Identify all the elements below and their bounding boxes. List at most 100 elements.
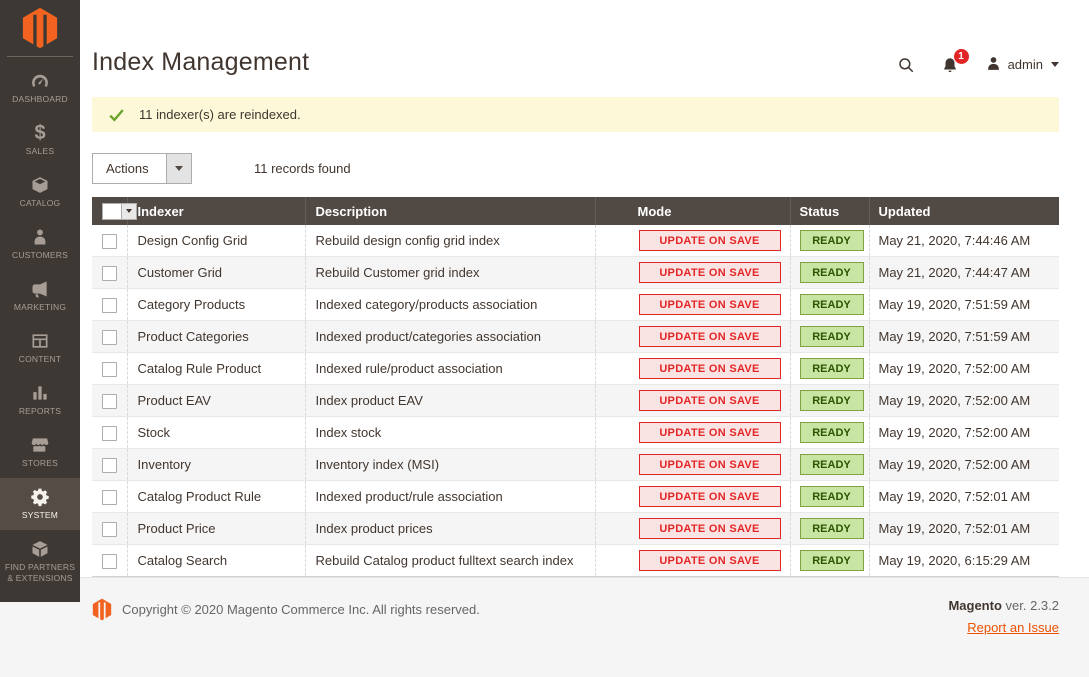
row-checkbox[interactable] <box>102 458 117 473</box>
table-row: StockIndex stockUPDATE ON SAVEREADYMay 1… <box>92 417 1059 449</box>
version-number: ver. 2.3.2 <box>1002 598 1059 613</box>
status-cell: READY <box>790 353 869 385</box>
admin-user-menu[interactable]: admin <box>985 55 1059 75</box>
description-cell: Index product EAV <box>305 385 595 417</box>
page-header: Index Management 1 admin <box>80 0 1089 77</box>
table-row: Category ProductsIndexed category/produc… <box>92 289 1059 321</box>
checkbox-cell <box>92 321 127 353</box>
grid-toolbar: Actions 11 records found <box>92 153 1059 184</box>
table-row: Customer GridRebuild Customer grid index… <box>92 257 1059 289</box>
column-header-mode[interactable]: Mode <box>595 197 790 225</box>
status-badge: READY <box>800 230 864 251</box>
partners-icon <box>2 538 78 560</box>
sidebar-item-reports[interactable]: REPORTS <box>0 374 80 426</box>
row-checkbox[interactable] <box>102 554 117 569</box>
sidebar-item-find-partners[interactable]: FIND PARTNERS & EXTENSIONS <box>0 530 80 593</box>
column-header-indexer[interactable]: Indexer <box>127 197 305 225</box>
mode-cell: UPDATE ON SAVE <box>595 289 790 321</box>
column-header-description[interactable]: Description <box>305 197 595 225</box>
mode-cell: UPDATE ON SAVE <box>595 385 790 417</box>
row-checkbox[interactable] <box>102 426 117 441</box>
magento-brand: Magento <box>948 598 1001 613</box>
table-row: Product CategoriesIndexed product/catego… <box>92 321 1059 353</box>
catalog-icon <box>2 174 78 196</box>
footer: Copyright © 2020 Magento Commerce Inc. A… <box>0 577 1089 677</box>
sidebar-item-content[interactable]: CONTENT <box>0 322 80 374</box>
row-checkbox[interactable] <box>102 522 117 537</box>
sidebar: DASHBOARD$SALESCATALOGCUSTOMERSMARKETING… <box>0 0 80 602</box>
success-message-text: 11 indexer(s) are reindexed. <box>139 107 301 122</box>
status-badge: READY <box>800 486 864 507</box>
chevron-down-icon <box>1051 62 1059 67</box>
status-cell: READY <box>790 481 869 513</box>
select-all-caret-icon[interactable] <box>121 203 137 220</box>
status-badge: READY <box>800 326 864 347</box>
description-cell: Indexed product/categories association <box>305 321 595 353</box>
indexer-cell: Product EAV <box>127 385 305 417</box>
reports-icon <box>2 382 78 404</box>
status-cell: READY <box>790 513 869 545</box>
row-checkbox[interactable] <box>102 362 117 377</box>
sidebar-item-marketing[interactable]: MARKETING <box>0 270 80 322</box>
updated-cell: May 19, 2020, 6:15:29 AM <box>869 545 1059 577</box>
sidebar-item-dashboard[interactable]: DASHBOARD <box>0 62 80 114</box>
sidebar-item-label: CONTENT <box>2 354 78 365</box>
select-all-dropdown[interactable] <box>102 203 137 220</box>
actions-dropdown-label: Actions <box>93 161 166 176</box>
notifications-bell-icon[interactable]: 1 <box>941 56 959 74</box>
magento-logo[interactable] <box>21 7 59 49</box>
copyright-text: Copyright © 2020 Magento Commerce Inc. A… <box>122 602 480 617</box>
mode-cell: UPDATE ON SAVE <box>595 513 790 545</box>
sidebar-item-customers[interactable]: CUSTOMERS <box>0 218 80 270</box>
row-checkbox[interactable] <box>102 490 117 505</box>
indexer-cell: Customer Grid <box>127 257 305 289</box>
row-checkbox[interactable] <box>102 394 117 409</box>
actions-dropdown-caret-icon[interactable] <box>166 154 191 183</box>
row-checkbox[interactable] <box>102 330 117 345</box>
indexer-cell: Product Categories <box>127 321 305 353</box>
status-badge: READY <box>800 358 864 379</box>
user-icon <box>985 55 1002 75</box>
version-text: Magento ver. 2.3.2 <box>948 598 1059 613</box>
checkbox-cell <box>92 481 127 513</box>
customers-icon <box>2 226 78 248</box>
updated-cell: May 19, 2020, 7:52:00 AM <box>869 385 1059 417</box>
description-cell: Rebuild design config grid index <box>305 225 595 257</box>
sidebar-item-sales[interactable]: $SALES <box>0 114 80 166</box>
check-icon <box>108 108 125 122</box>
updated-cell: May 19, 2020, 7:52:00 AM <box>869 417 1059 449</box>
report-issue-link[interactable]: Report an Issue <box>967 620 1059 635</box>
indexers-table: Indexer Description Mode Status Updated … <box>92 197 1059 577</box>
success-message: 11 indexer(s) are reindexed. <box>92 97 1059 132</box>
column-header-status[interactable]: Status <box>790 197 869 225</box>
dashboard-icon <box>2 70 78 92</box>
description-cell: Index product prices <box>305 513 595 545</box>
row-checkbox[interactable] <box>102 234 117 249</box>
select-all-checkbox[interactable] <box>102 203 121 220</box>
checkbox-cell <box>92 257 127 289</box>
mode-badge: UPDATE ON SAVE <box>639 262 781 283</box>
mode-badge: UPDATE ON SAVE <box>639 518 781 539</box>
checkbox-cell <box>92 417 127 449</box>
sidebar-item-system[interactable]: SYSTEM <box>0 478 80 530</box>
sidebar-item-catalog[interactable]: CATALOG <box>0 166 80 218</box>
table-row: Catalog Product RuleIndexed product/rule… <box>92 481 1059 513</box>
mode-badge: UPDATE ON SAVE <box>639 326 781 347</box>
mode-badge: UPDATE ON SAVE <box>639 390 781 411</box>
updated-cell: May 19, 2020, 7:52:01 AM <box>869 481 1059 513</box>
status-cell: READY <box>790 321 869 353</box>
row-checkbox[interactable] <box>102 298 117 313</box>
footer-right: Magento ver. 2.3.2 Report an Issue <box>948 598 1059 635</box>
row-checkbox[interactable] <box>102 266 117 281</box>
column-header-updated[interactable]: Updated <box>869 197 1059 225</box>
updated-cell: May 21, 2020, 7:44:46 AM <box>869 225 1059 257</box>
table-row: Product PriceIndex product prices UPDATE … <box>92 513 1059 545</box>
mode-cell: UPDATE ON SAVE <box>595 257 790 289</box>
sidebar-item-stores[interactable]: STORES <box>0 426 80 478</box>
actions-dropdown[interactable]: Actions <box>92 153 192 184</box>
search-icon[interactable] <box>897 56 915 74</box>
status-badge: READY <box>800 294 864 315</box>
indexer-cell: Product Price <box>127 513 305 545</box>
stores-icon <box>2 434 78 456</box>
indexer-cell: Inventory <box>127 449 305 481</box>
